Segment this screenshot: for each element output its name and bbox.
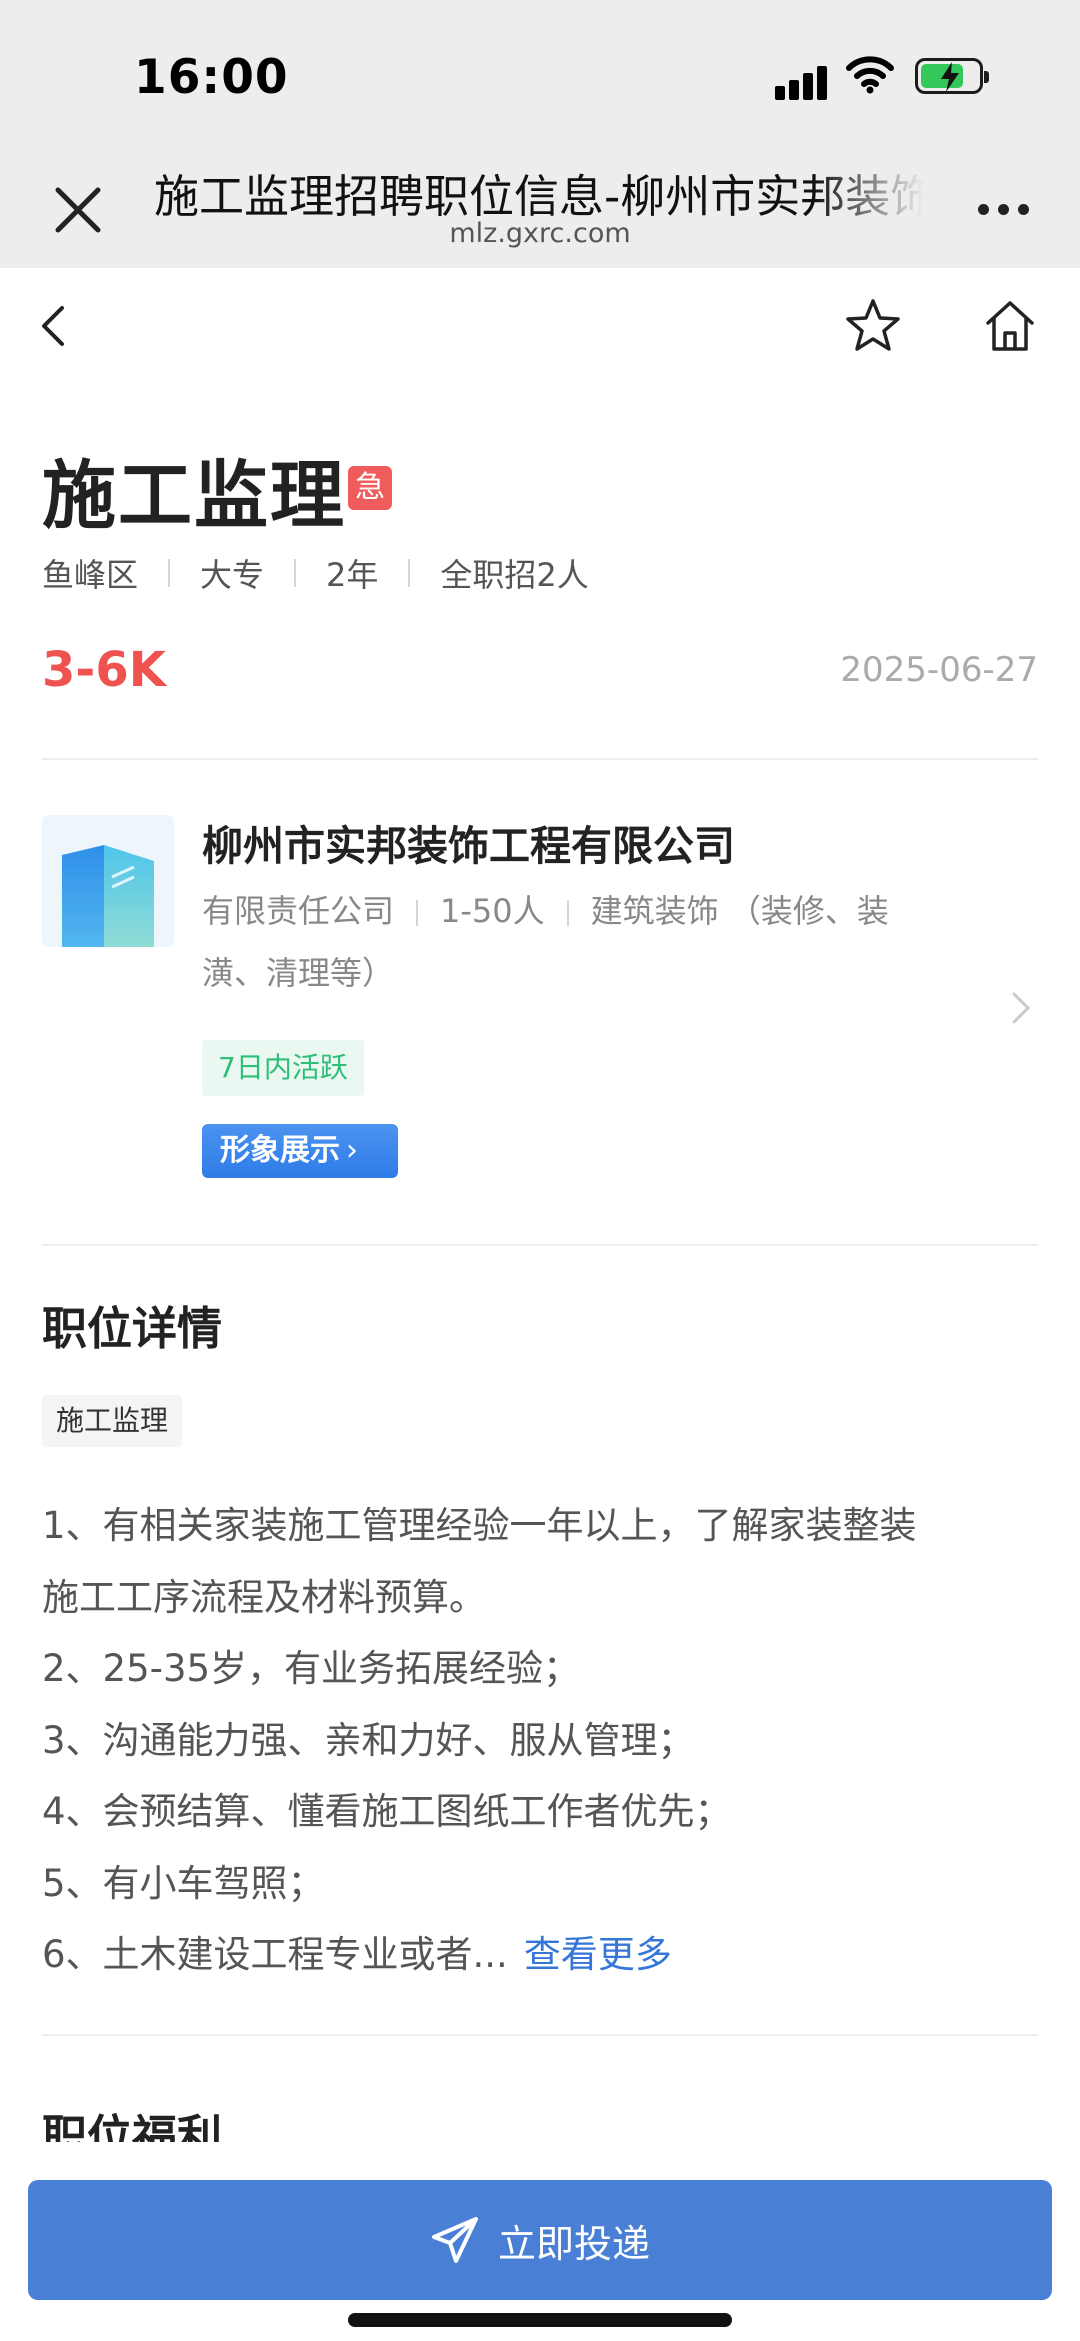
job-title: 施工监理 [42,453,346,539]
company-name: 柳州市实邦装饰工程有限公司 [202,822,735,870]
divider [294,559,297,587]
more-icon[interactable] [974,190,1034,230]
status-time: 16:00 [134,50,289,105]
post-date: 2025-06-27 [840,650,1038,690]
divider [42,2034,1038,2036]
star-icon[interactable] [843,296,903,356]
description-line: 6、土木建设工程专业或者... 查看更多 [42,1919,1042,1991]
see-more-link[interactable]: 查看更多 [524,1933,672,1976]
chevron-right-icon: › [346,1133,358,1168]
job-headcount: 全职招2人 [440,556,589,594]
active-tag: 7日内活跃 [202,1040,364,1096]
back-icon[interactable] [32,300,76,352]
company-type: 有限责任公司 [202,892,395,930]
job-location: 鱼峰区 [42,556,139,594]
battery-icon [915,58,989,94]
urgent-badge: 急 [348,466,392,510]
section-title-detail: 职位详情 [42,1302,223,1355]
divider [566,900,569,926]
description-line: 施工工序流程及材料预算。 [42,1575,486,1619]
salary: 3-6K [42,642,166,698]
wifi-icon [846,56,894,94]
description-line: 1、有相关家装施工管理经验一年以上，了解家装整装 [42,1504,917,1547]
divider [42,758,1038,760]
description-line: 4、会预结算、懂看施工图纸工作者优先； [42,1790,732,1833]
home-icon[interactable] [980,296,1040,356]
divider [408,559,411,587]
apply-button[interactable]: 立即投递 [28,2180,1052,2300]
apply-label: 立即投递 [497,2221,650,2266]
description-line-text: 6、土木建设工程专业或者... [42,1933,508,1976]
home-indicator [348,2313,732,2327]
send-icon [431,2217,478,2263]
company-info: 有限责任公司 1-50人 建筑装饰 （装修、装潢、清理等） [202,880,942,1004]
job-education: 大专 [200,556,265,594]
job-meta: 鱼峰区 大专 2年 全职招2人 [42,550,589,596]
cellular-signal-icon [775,60,835,100]
divider [416,900,419,926]
description-line: 2、25-35岁，有业务拓展经验； [42,1647,581,1690]
browser-header: 16:00 施工监理招聘职位信息-柳州市实邦装饰工程有限公司 mlz.gxrc.… [0,0,1080,268]
divider [168,559,171,587]
job-description: 1、有相关家装施工管理经验一年以上，了解家装整装 施工工序流程及材料预算。 2、… [42,1490,1042,1991]
skill-tag: 施工监理 [42,1395,183,1447]
page-domain: mlz.gxrc.com [449,218,631,249]
description-line: 5、有小车驾照； [42,1861,325,1905]
job-experience: 2年 [326,556,379,594]
company-image-button[interactable]: 形象展示 › [202,1124,398,1178]
chevron-right-icon[interactable] [1010,990,1032,1026]
company-logo [42,815,174,947]
divider [42,1244,1038,1246]
company-image-label: 形象展示 [220,1133,340,1168]
description-line: 3、沟通能力强、亲和力好、服从管理； [42,1718,695,1762]
page-title: 施工监理招聘职位信息-柳州市实邦装饰工程有限公司 [154,160,924,225]
company-size: 1-50人 [440,892,545,930]
section-title-benefits: 职位福利 [42,2110,223,2142]
